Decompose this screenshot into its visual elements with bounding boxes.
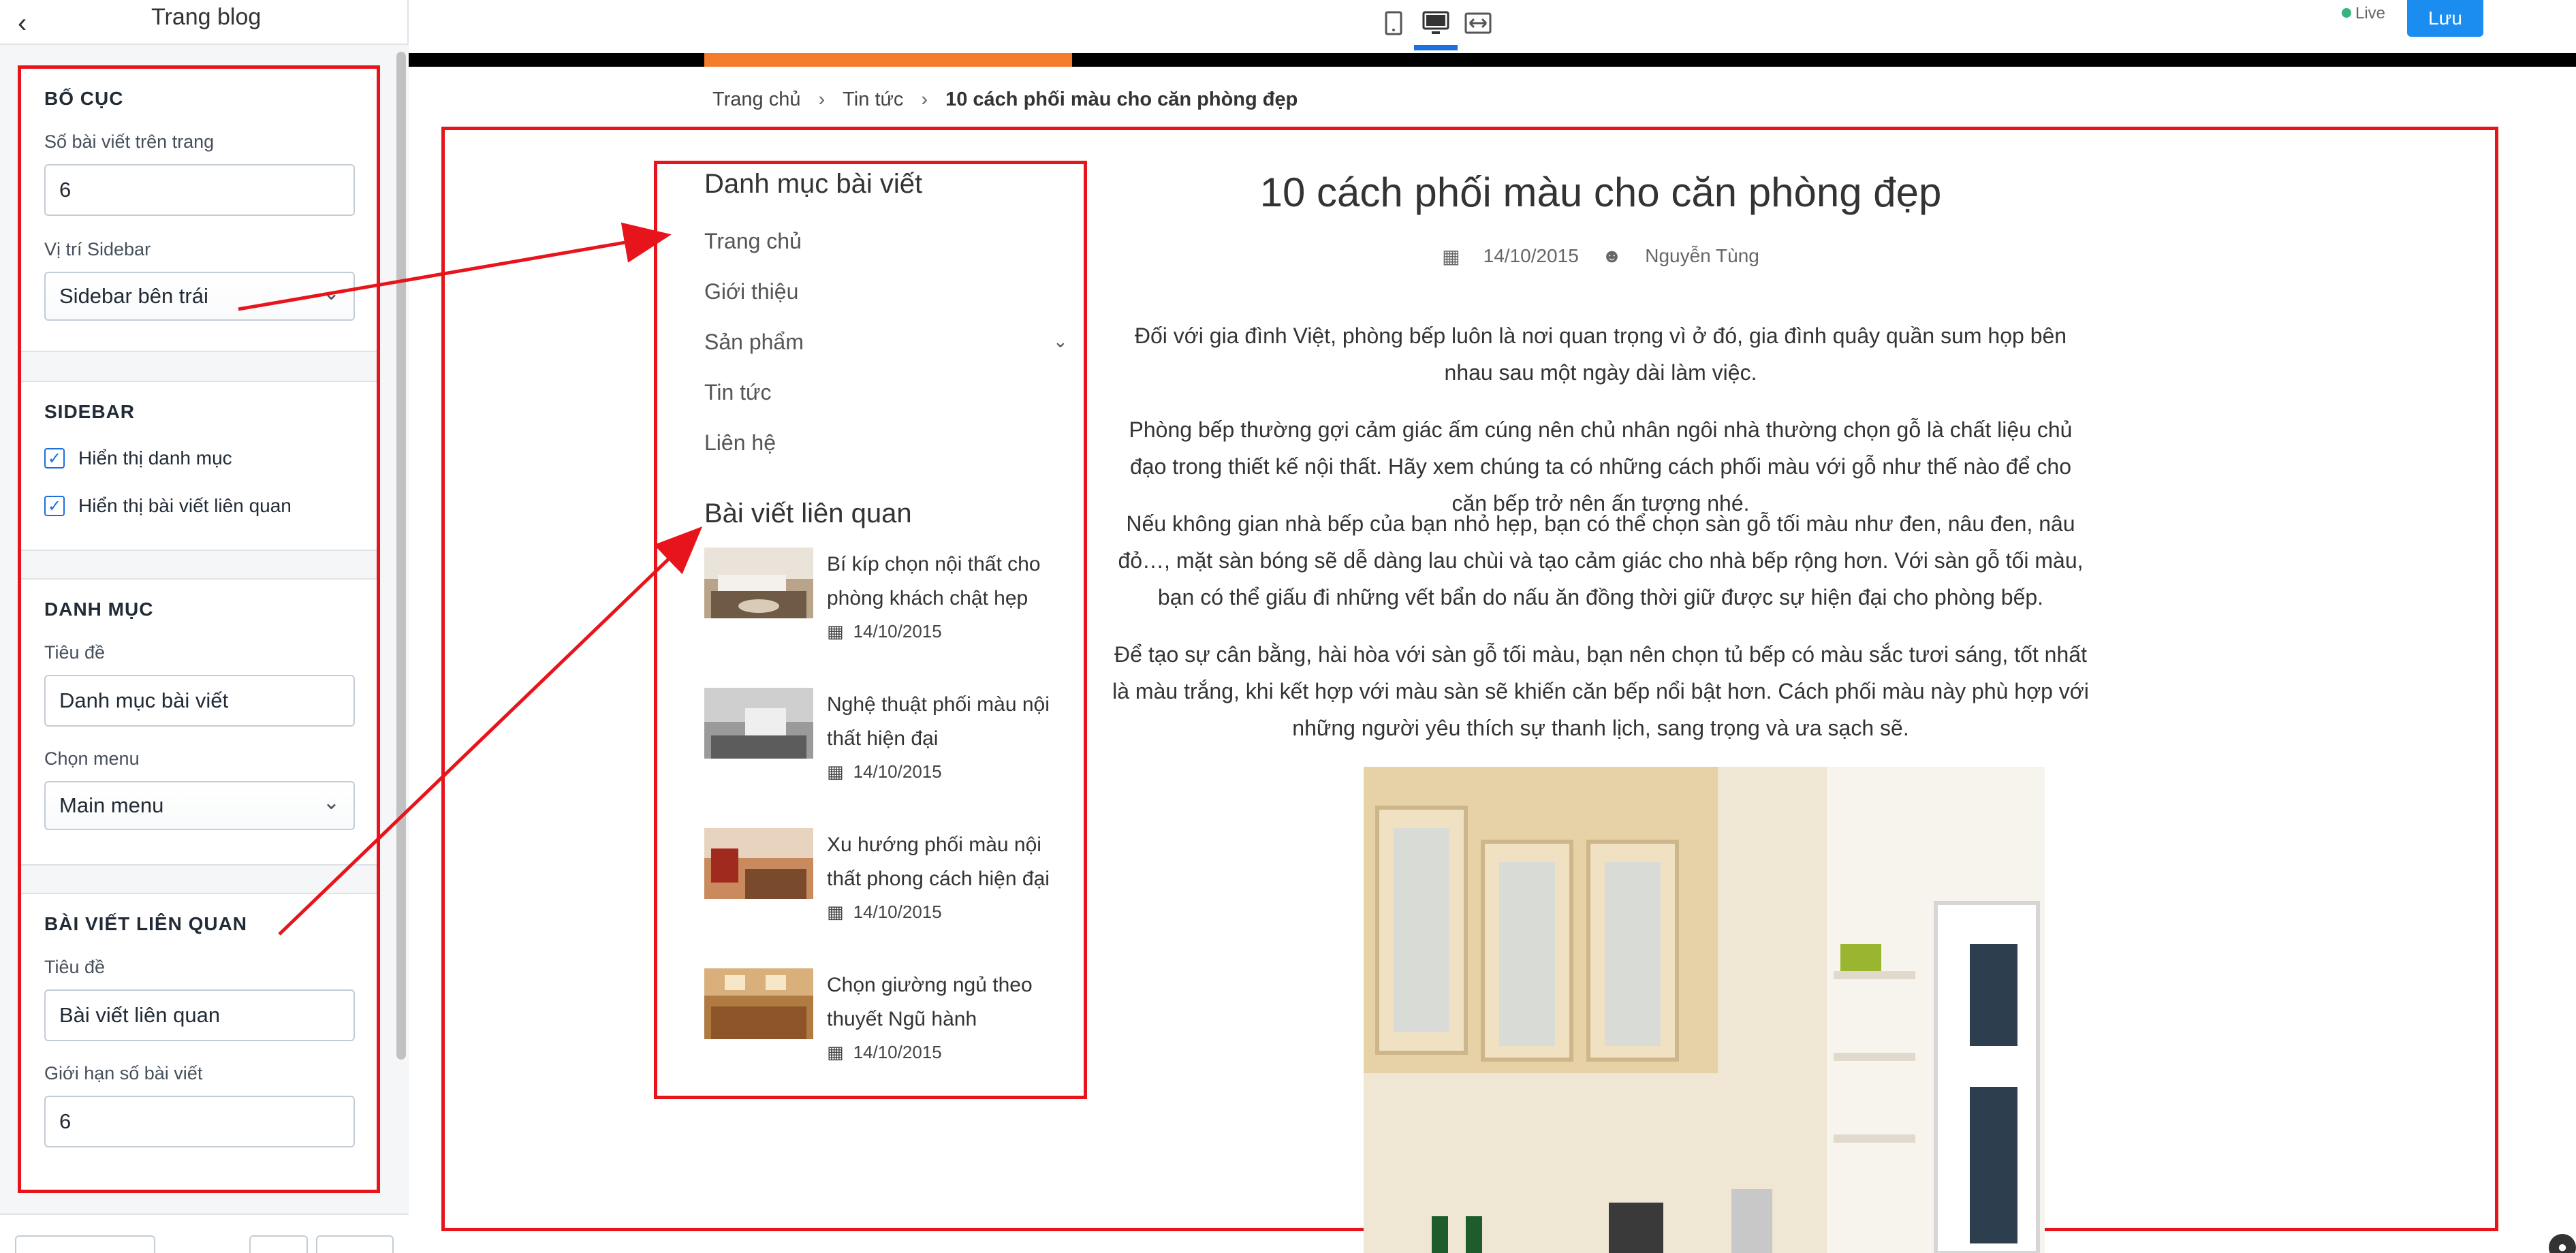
header-strip-accent: [704, 53, 1072, 67]
panel-title: Trang blog: [151, 4, 262, 30]
related-post-date: ▦ 14/10/2015: [827, 1042, 942, 1063]
show-related-checkbox[interactable]: ✓ Hiển thị bài viết liên quan: [44, 495, 292, 517]
related-post-title[interactable]: Nghệ thuật phối màu nội thất hiện đại: [827, 688, 1072, 756]
menu-select[interactable]: Main menu ⌄: [44, 781, 355, 830]
article-date: 14/10/2015: [1483, 245, 1579, 266]
section-layout: BỐ CỤC Số bài viết trên trang 6 Vị trí S…: [21, 69, 377, 352]
save-button[interactable]: Lưu: [2407, 0, 2483, 37]
related-post-date: ▦ 14/10/2015: [827, 761, 942, 782]
category-heading-input[interactable]: Danh mục bài viết: [44, 675, 355, 727]
related-heading-input[interactable]: Bài viết liên quan: [44, 989, 355, 1041]
editor-toolbar: Live Lưu: [409, 0, 2576, 53]
breadcrumb-separator-icon: ›: [921, 89, 928, 110]
sidebar-menu-item-products[interactable]: Sản phẩm: [704, 330, 804, 355]
theme-editor: ‹ Trang blog BỐ CỤC Số bài viết trên tra…: [0, 0, 2576, 1253]
related-post-date: ▦ 14/10/2015: [827, 621, 942, 642]
related-limit-input[interactable]: 6: [44, 1096, 355, 1147]
related-post-thumbnail[interactable]: [704, 548, 813, 618]
related-limit-label: Giới hạn số bài viết: [44, 1063, 203, 1083]
related-post[interactable]: Bí kíp chọn nội thất cho phòng khách chậ…: [704, 548, 1072, 663]
breadcrumb-separator-icon: ›: [818, 89, 826, 110]
show-related-label: Hiển thị bài viết liên quan: [78, 495, 292, 516]
article-paragraph: Để tạo sự cân bằng, hài hòa với sàn gỗ t…: [1112, 642, 2089, 740]
related-post-title[interactable]: Bí kíp chọn nội thất cho phòng khách chậ…: [827, 548, 1072, 616]
panel-header: ‹ Trang blog: [0, 0, 407, 45]
related-post-date-text: 14/10/2015: [853, 1042, 942, 1062]
section-title: DANH MỤC: [44, 599, 154, 620]
sidebar-menu-item-contact[interactable]: Liên hệ: [704, 430, 776, 456]
sidebar-position-value: Sidebar bên trái: [59, 284, 208, 308]
sidebar-menu-item-about[interactable]: Giới thiệu: [704, 279, 798, 304]
chevron-down-icon: ⌄: [322, 282, 340, 304]
related-post-date-text: 14/10/2015: [853, 902, 942, 922]
category-heading-label: Tiêu đề: [44, 642, 106, 663]
calendar-icon: ▦: [1442, 246, 1460, 267]
desktop-view-icon[interactable]: [1415, 3, 1456, 44]
panel-footer: [0, 1214, 409, 1253]
show-categories-checkbox[interactable]: ✓ Hiển thị danh mục: [44, 447, 232, 469]
breadcrumb-current: 10 cách phối màu cho căn phòng đẹp: [945, 89, 1298, 110]
back-chevron-icon[interactable]: ‹: [18, 8, 27, 39]
footer-button-middle[interactable]: [249, 1235, 308, 1253]
checkbox-checked-icon: ✓: [44, 496, 65, 516]
menu-select-label: Chọn menu: [44, 748, 140, 769]
calendar-icon: ▦: [827, 1042, 844, 1062]
related-post-title[interactable]: Chọn giường ngủ theo thuyết Ngũ hành: [827, 968, 1072, 1036]
live-status-label: Live: [2355, 4, 2386, 22]
active-view-indicator: [1414, 45, 1458, 50]
section-related: BÀI VIẾT LIÊN QUAN Tiêu đề Bài viết liên…: [21, 893, 377, 1190]
settings-panel: ‹ Trang blog BỐ CỤC Số bài viết trên tra…: [0, 0, 409, 1253]
breadcrumb-news-link[interactable]: Tin tức: [843, 89, 903, 111]
checkbox-checked-icon: ✓: [44, 448, 65, 469]
related-post-title[interactable]: Xu hướng phối màu nội thất phong cách hi…: [827, 828, 1072, 896]
section-title: BÀI VIẾT LIÊN QUAN: [44, 913, 248, 934]
user-icon: ☻: [1601, 245, 1622, 266]
related-heading: Bài viết liên quan: [704, 498, 912, 528]
related-post-date-text: 14/10/2015: [853, 621, 942, 641]
section-title: BỐ CỤC: [44, 88, 124, 109]
calendar-icon: ▦: [827, 621, 844, 641]
related-heading-label: Tiêu đề: [44, 957, 106, 977]
section-category: DANH MỤC Tiêu đề Danh mục bài viết Chọn …: [21, 578, 377, 866]
related-post-date: ▦ 14/10/2015: [827, 902, 942, 923]
sidebar-position-select[interactable]: Sidebar bên trái ⌄: [44, 272, 355, 321]
related-post-thumbnail[interactable]: [704, 828, 813, 899]
fullwidth-view-icon[interactable]: [1458, 3, 1498, 44]
section-title: SIDEBAR: [44, 401, 136, 422]
chevron-down-icon[interactable]: ⌄: [1053, 331, 1068, 352]
panel-scroll-thumb[interactable]: [396, 52, 406, 1060]
related-post-thumbnail[interactable]: [704, 688, 813, 759]
calendar-icon: ▦: [827, 902, 844, 922]
breadcrumb: Trang chủ › Tin tức › 10 cách phối màu c…: [712, 89, 1298, 111]
article-kitchen-image: [1364, 767, 2045, 1253]
article-meta: ▦ 14/10/2015 ☻ Nguyễn Tùng: [1110, 245, 2091, 268]
mobile-view-icon[interactable]: [1373, 3, 1414, 44]
breadcrumb-home-link[interactable]: Trang chủ: [712, 89, 801, 111]
category-heading: Danh mục bài viết: [704, 169, 923, 199]
posts-per-page-input[interactable]: 6: [44, 164, 355, 216]
article-paragraph: Nếu không gian nhà bếp của bạn nhỏ hẹp, …: [1118, 511, 2084, 609]
calendar-icon: ▦: [827, 761, 844, 782]
related-post[interactable]: Xu hướng phối màu nội thất phong cách hi…: [704, 828, 1072, 944]
section-sidebar: SIDEBAR ✓ Hiển thị danh mục ✓ Hiển thị b…: [21, 381, 377, 551]
sidebar-position-label: Vị trí Sidebar: [44, 239, 151, 259]
related-post[interactable]: Chọn giường ngủ theo thuyết Ngũ hành ▦ 1…: [704, 968, 1072, 1084]
menu-select-value: Main menu: [59, 793, 164, 817]
sidebar-menu-item-news[interactable]: Tin tức: [704, 380, 771, 405]
article-author: Nguyễn Tùng: [1645, 245, 1759, 266]
chevron-down-icon: ⌄: [322, 791, 340, 814]
posts-per-page-label: Số bài viết trên trang: [44, 131, 215, 152]
page-preview: Trang chủ › Tin tức › 10 cách phối màu c…: [409, 53, 2576, 1253]
article-paragraph: Đối với gia đình Việt, phòng bếp luôn là…: [1134, 323, 2067, 385]
related-post-thumbnail[interactable]: [704, 968, 813, 1039]
show-categories-label: Hiển thị danh mục: [78, 447, 232, 469]
footer-button-right[interactable]: [316, 1235, 394, 1253]
live-status-dot-icon: [2342, 8, 2351, 18]
settings-sections: BỐ CỤC Số bài viết trên trang 6 Vị trí S…: [18, 65, 380, 1193]
related-post[interactable]: Nghệ thuật phối màu nội thất hiện đại ▦ …: [704, 688, 1072, 804]
footer-button-left[interactable]: [15, 1235, 155, 1253]
related-post-date-text: 14/10/2015: [853, 761, 942, 782]
sidebar-menu-item-home[interactable]: Trang chủ: [704, 229, 802, 254]
article-title: 10 cách phối màu cho căn phòng đẹp: [1259, 170, 1942, 215]
